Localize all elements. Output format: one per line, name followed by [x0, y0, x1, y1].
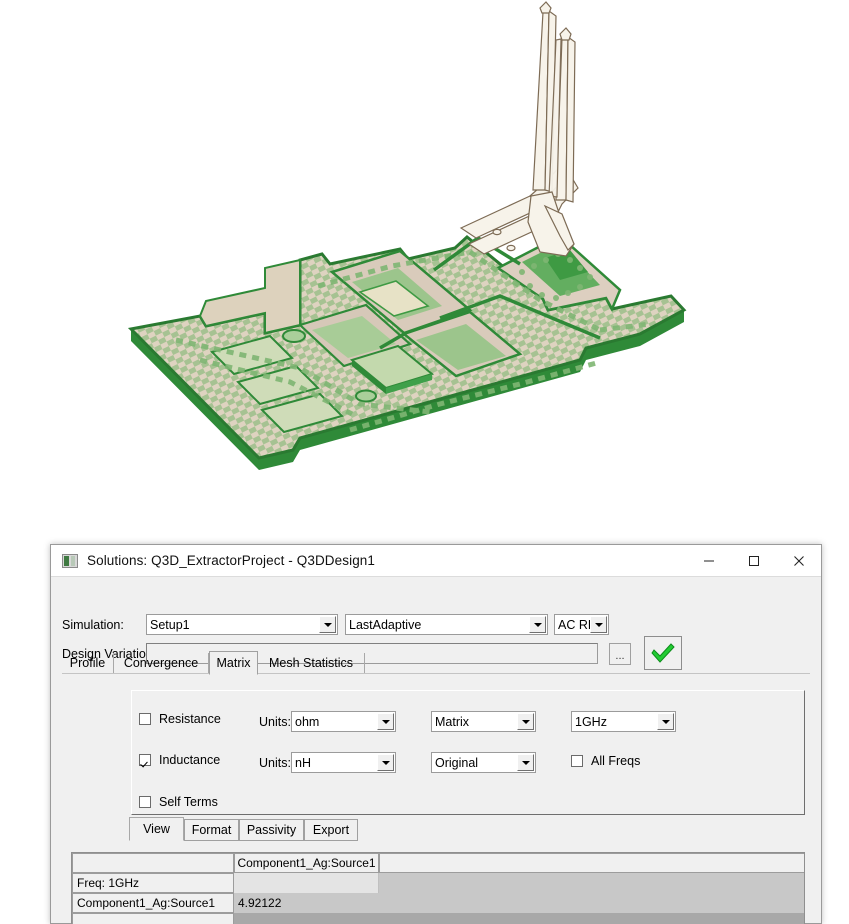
subtab-passivity-label: Passivity	[246, 823, 297, 837]
resistance-checkbox[interactable]: Resistance	[139, 712, 221, 726]
grid-column-header-0[interactable]: Component1_Ag:Source1	[234, 853, 379, 873]
inductance-units-dropdown[interactable]: nH	[291, 752, 396, 773]
chevron-down-icon	[517, 754, 534, 771]
resistance-units-label: Units:	[259, 715, 291, 729]
inductance-units-value: nH	[295, 755, 311, 770]
grid-empty-rowhdr	[72, 913, 234, 924]
matrix-results-grid[interactable]: Component1_Ag:Source1 Freq: 1GHz Compone…	[71, 852, 805, 924]
inductance-format-value: Original	[435, 755, 479, 770]
chevron-down-icon	[377, 754, 394, 771]
grid-header-row: Component1_Ag:Source1	[72, 853, 804, 873]
inductance-label: Inductance	[159, 753, 221, 767]
close-button[interactable]	[776, 545, 821, 577]
inductance-units-label: Units:	[259, 756, 291, 770]
subtab-view[interactable]: View	[129, 817, 184, 841]
tab-underline	[62, 673, 810, 674]
subtab-format-label: Format	[191, 823, 232, 837]
grid-corner-cell	[72, 853, 234, 873]
dialog-title: Solutions: Q3D_ExtractorProject - Q3DDes…	[87, 553, 376, 568]
grid-row-filler-0	[379, 873, 804, 893]
solution-dropdown[interactable]: LastAdaptive	[345, 614, 548, 635]
tab-profile-label: Profile	[69, 656, 106, 670]
self-terms-checkbox[interactable]: Self Terms	[139, 795, 218, 809]
chevron-down-icon	[657, 713, 674, 730]
setup-dropdown[interactable]: Setup1	[146, 614, 338, 635]
subtab-passivity[interactable]: Passivity	[239, 819, 304, 841]
grid-cell-0-0[interactable]	[234, 873, 379, 893]
resistance-frequency-value: 1GHz	[575, 714, 607, 729]
solutions-dialog: Solutions: Q3D_ExtractorProject - Q3DDes…	[50, 544, 822, 924]
tab-mesh-statistics-label: Mesh Statistics	[268, 656, 354, 670]
simulation-label: Simulation:	[62, 618, 124, 632]
grid-row-header-0: Freq: 1GHz	[72, 873, 234, 893]
inductance-checkbox[interactable]: Inductance	[139, 753, 220, 767]
tab-matrix[interactable]: Matrix	[209, 651, 258, 675]
checkbox-box-icon	[139, 713, 151, 725]
table-row[interactable]: Freq: 1GHz	[72, 873, 804, 893]
chevron-down-icon	[529, 616, 546, 633]
q3d-app-icon	[62, 553, 78, 568]
resistance-format-dropdown[interactable]: Matrix	[431, 711, 536, 732]
resistance-format-value: Matrix	[435, 714, 470, 729]
all-freqs-label: All Freqs	[591, 754, 641, 768]
checkbox-box-icon	[571, 755, 583, 767]
window-controls	[686, 545, 821, 577]
resistance-label: Resistance	[159, 712, 221, 726]
resistance-units-dropdown[interactable]: ohm	[291, 711, 396, 732]
screen-root: Solutions: Q3D_ExtractorProject - Q3DDes…	[0, 0, 849, 924]
tab-mesh-statistics[interactable]: Mesh Statistics	[258, 653, 365, 673]
tab-profile[interactable]: Profile	[62, 653, 114, 673]
self-terms-label: Self Terms	[159, 795, 218, 809]
subtab-export[interactable]: Export	[304, 819, 358, 841]
subtab-format[interactable]: Format	[184, 819, 239, 841]
grid-empty-band	[72, 913, 804, 924]
tab-convergence-label: Convergence	[123, 656, 199, 670]
tab-matrix-label: Matrix	[216, 656, 251, 670]
matrix-options-panel: Resistance Units: ohm Matrix 1GHz Induct…	[131, 690, 805, 815]
chevron-down-icon	[319, 616, 336, 633]
checkbox-box-icon	[139, 796, 151, 808]
resistance-units-value: ohm	[295, 714, 320, 729]
grid-cell-1-0[interactable]: 4.92122	[234, 893, 804, 913]
solution-dropdown-value: LastAdaptive	[349, 617, 422, 632]
grid-header-filler	[379, 853, 804, 873]
pcb-3d-model	[0, 0, 849, 520]
chevron-down-icon	[517, 713, 534, 730]
inductance-format-dropdown[interactable]: Original	[431, 752, 536, 773]
minimize-button[interactable]	[686, 545, 731, 577]
chevron-down-icon	[590, 616, 607, 633]
table-row[interactable]: Component1_Ag:Source1 4.92122	[72, 893, 804, 913]
grid-row-header-1: Component1_Ag:Source1	[72, 893, 234, 913]
subtab-export-label: Export	[312, 823, 350, 837]
maximize-button[interactable]	[731, 545, 776, 577]
chevron-down-icon	[377, 713, 394, 730]
all-freqs-checkbox[interactable]: All Freqs	[571, 754, 640, 768]
tab-convergence[interactable]: Convergence	[114, 653, 209, 673]
dialog-titlebar[interactable]: Solutions: Q3D_ExtractorProject - Q3DDes…	[51, 545, 821, 577]
setup-dropdown-value: Setup1	[150, 617, 190, 632]
subtab-view-label: View	[143, 822, 170, 836]
resistance-frequency-dropdown[interactable]: 1GHz	[571, 711, 676, 732]
matrix-type-dropdown[interactable]: AC RL	[554, 614, 609, 635]
checkbox-box-icon	[139, 754, 151, 766]
q3d-3d-model-viewport[interactable]	[0, 0, 849, 520]
main-tabs: Profile Convergence Matrix Mesh Statisti…	[62, 651, 810, 675]
